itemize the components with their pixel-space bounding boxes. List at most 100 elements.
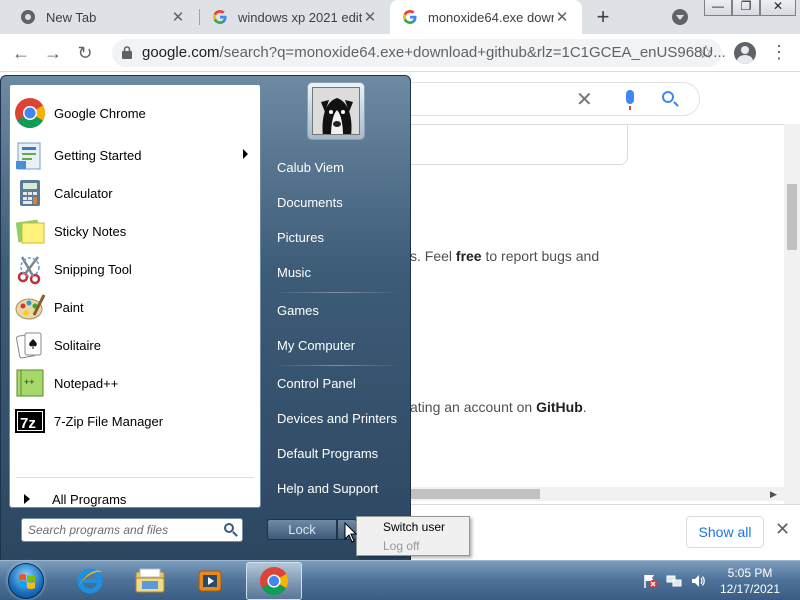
taskbar-file-explorer[interactable] (122, 562, 178, 600)
reload-button[interactable]: ↻ (74, 42, 96, 64)
place-documents[interactable]: Documents (267, 187, 403, 217)
all-programs-label: All Programs (52, 491, 127, 507)
start-search-input[interactable] (28, 521, 218, 539)
start-menu: Google Chrome Getting Started Calculator… (0, 75, 411, 562)
taskbar-media-player[interactable] (182, 562, 238, 600)
program-paint[interactable]: Paint (10, 289, 260, 325)
media-player-icon (198, 570, 222, 592)
address-bar[interactable]: google.com/search?q=monoxide64.exe+downl… (112, 39, 726, 67)
snippet-text: to report bugs and (481, 248, 600, 264)
place-control-panel[interactable]: Control Panel (267, 368, 403, 398)
place-games[interactable]: Games (267, 295, 403, 325)
forward-button[interactable]: → (42, 42, 64, 64)
show-all-downloads-button[interactable]: Show all (686, 516, 764, 548)
place-my-computer[interactable]: My Computer (267, 330, 403, 360)
program-7zip[interactable]: 7z 7-Zip File Manager (10, 403, 260, 439)
log-off-item: Log off (383, 539, 420, 553)
submenu-arrow-icon (243, 149, 248, 159)
search-icon[interactable] (662, 91, 674, 103)
getting-started-icon (14, 139, 46, 171)
program-label: Calculator (54, 185, 113, 201)
chrome-icon (259, 566, 289, 596)
close-download-shelf-icon[interactable]: ✕ (775, 519, 790, 540)
chrome-icon (14, 97, 46, 129)
volume-icon[interactable] (690, 573, 706, 589)
bookmark-star-icon[interactable]: ☆ (698, 42, 714, 63)
start-button[interactable] (8, 563, 44, 599)
search-icon[interactable] (224, 523, 234, 533)
chrome-menu-icon[interactable]: ⋮ (770, 42, 788, 63)
place-music[interactable]: Music (267, 257, 403, 287)
maximize-button[interactable]: ❐ (732, 0, 760, 16)
vertical-scrollbar[interactable] (784, 124, 800, 560)
place-devices-printers[interactable]: Devices and Printers (267, 403, 403, 433)
program-label: Snipping Tool (54, 261, 132, 277)
snippet-text: . (582, 399, 587, 415)
expand-arrow-icon (24, 494, 30, 504)
google-search-box[interactable]: ✕ (380, 82, 700, 116)
horizontal-scrollbar[interactable]: ▶ (380, 487, 784, 501)
tab-close-icon[interactable]: ✕ (170, 8, 186, 26)
svg-text:++: ++ (24, 377, 35, 387)
scroll-right-icon[interactable]: ▶ (770, 489, 777, 500)
result-card (380, 125, 628, 165)
network-icon[interactable] (666, 573, 682, 589)
new-tab-button[interactable]: + (590, 4, 616, 30)
browser-tab-strip: New Tab ✕ windows xp 2021 edition ✕ mono… (0, 0, 800, 34)
all-programs-button[interactable]: All Programs (16, 487, 254, 511)
notepad-plus-plus-icon: ++ (14, 367, 46, 399)
program-label: 7-Zip File Manager (54, 413, 164, 429)
voice-search-icon[interactable] (626, 90, 634, 110)
tab-search-icon[interactable] (672, 9, 688, 25)
start-search-box[interactable] (21, 518, 243, 542)
result-snippet-2: ating an account on GitHub. (410, 399, 587, 415)
url-path: /search?q=monoxide64.exe+download+github… (219, 44, 726, 61)
taskbar-internet-explorer[interactable] (62, 562, 118, 600)
svg-text:7z: 7z (20, 415, 36, 432)
clear-search-icon[interactable]: ✕ (576, 87, 593, 112)
close-window-button[interactable]: ✕ (760, 0, 796, 16)
snipping-tool-icon (14, 253, 46, 285)
tab-monoxide[interactable]: monoxide64.exe download ✕ (390, 0, 582, 34)
lock-icon[interactable] (122, 46, 132, 59)
url-text[interactable]: google.com/search?q=monoxide64.exe+downl… (142, 44, 726, 61)
switch-user-item[interactable]: Switch user (383, 520, 445, 534)
program-notepad-plus-plus[interactable]: ++ Notepad++ (10, 365, 260, 401)
power-options-menu: Switch user Log off (356, 516, 470, 556)
system-clock[interactable]: 5:05 PM 12/17/2021 (708, 565, 792, 597)
scroll-thumb[interactable] (787, 184, 797, 250)
snippet-text: ating an account on (410, 399, 537, 415)
lock-button[interactable]: Lock (267, 519, 337, 540)
minimize-button[interactable]: — (704, 0, 732, 16)
paint-icon (14, 291, 46, 323)
place-help-support[interactable]: Help and Support (267, 473, 403, 503)
program-google-chrome[interactable]: Google Chrome (10, 95, 260, 131)
tab-close-icon[interactable]: ✕ (362, 8, 378, 26)
tab-close-icon[interactable]: ✕ (554, 8, 570, 26)
tab-windows-xp[interactable]: windows xp 2021 edition ✕ (200, 0, 390, 34)
dog-avatar-icon (312, 87, 360, 135)
tab-title: windows xp 2021 edition (238, 9, 362, 25)
program-snipping-tool[interactable]: Snipping Tool (10, 251, 260, 287)
place-default-programs[interactable]: Default Programs (267, 438, 403, 468)
place-pictures[interactable]: Pictures (267, 222, 403, 252)
solitaire-icon (14, 329, 46, 361)
chrome-favicon-icon (20, 9, 36, 25)
taskbar-chrome[interactable] (246, 562, 302, 600)
back-button[interactable]: ← (10, 42, 32, 64)
user-picture[interactable] (307, 82, 365, 140)
program-label: Paint (54, 299, 84, 315)
program-getting-started[interactable]: Getting Started (10, 137, 260, 173)
program-sticky-notes[interactable]: Sticky Notes (10, 213, 260, 249)
action-center-flag-icon[interactable] (642, 573, 658, 589)
place-user-folder[interactable]: Calub Viem (267, 152, 403, 182)
profile-icon[interactable] (734, 42, 756, 64)
snippet-bold: free (455, 248, 482, 264)
places-separator (273, 365, 401, 366)
clock-time: 5:05 PM (727, 566, 773, 580)
program-label: Notepad++ (54, 375, 119, 391)
program-calculator[interactable]: Calculator (10, 175, 260, 211)
snippet-bold: GitHub (536, 399, 583, 415)
program-solitaire[interactable]: Solitaire (10, 327, 260, 363)
tab-new-tab[interactable]: New Tab ✕ (8, 0, 198, 34)
